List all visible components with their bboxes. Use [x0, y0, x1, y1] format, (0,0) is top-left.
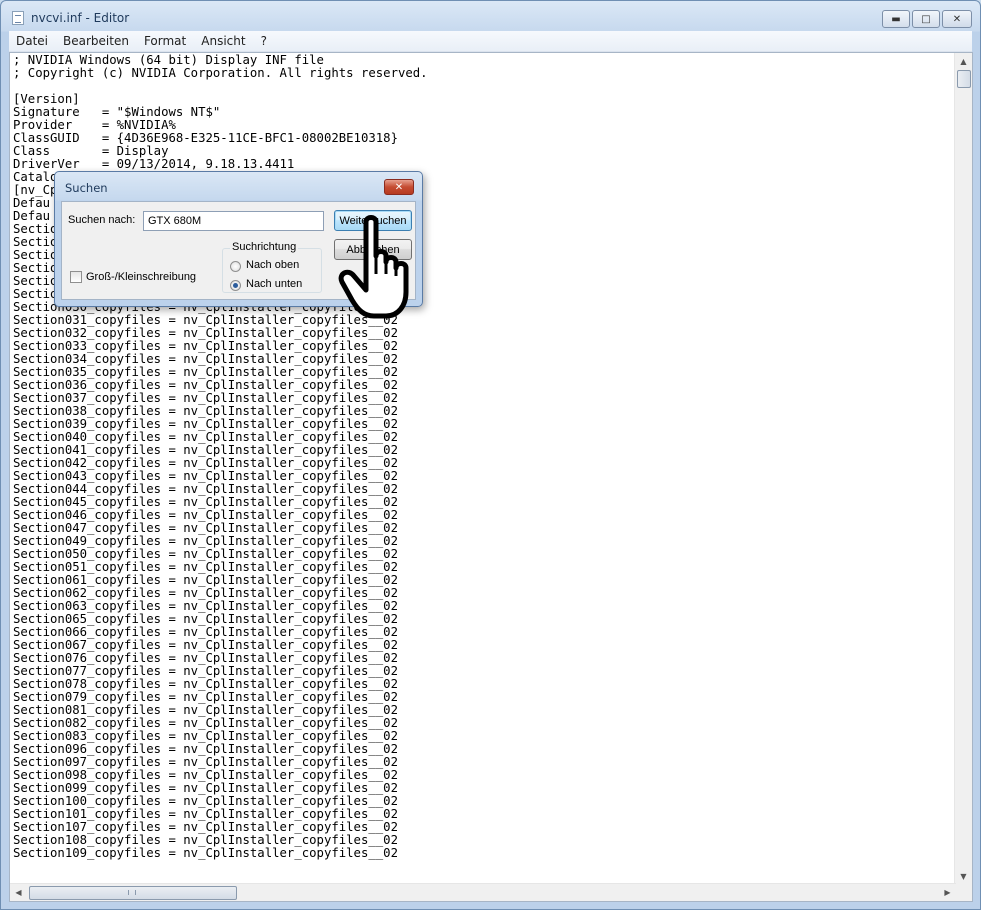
search-label: Suchen nach:	[68, 214, 136, 226]
direction-group-label: Suchrichtung	[230, 241, 299, 253]
scroll-down-icon[interactable]: ▼	[955, 868, 972, 885]
horizontal-scrollbar[interactable]: ◀ ▶	[10, 883, 956, 901]
editor-line: ; Copyright (c) NVIDIA Corporation. All …	[13, 66, 428, 80]
menu-bearbeiten[interactable]: Bearbeiten	[56, 34, 137, 48]
menu-ansicht[interactable]: Ansicht	[194, 34, 253, 48]
scroll-right-icon[interactable]: ▶	[939, 884, 956, 901]
direction-down-label[interactable]: Nach unten	[246, 278, 302, 290]
size-grip[interactable]	[955, 884, 972, 901]
minimize-button[interactable]: ▬	[882, 10, 910, 28]
direction-down-radio[interactable]	[230, 280, 241, 291]
vertical-scrollbar[interactable]: ▲ ▼	[954, 53, 972, 885]
menu-format[interactable]: Format	[137, 34, 194, 48]
vertical-scroll-thumb[interactable]	[957, 70, 971, 88]
find-dialog-close-button[interactable]: ✕	[384, 179, 414, 195]
maximize-button[interactable]: □	[912, 10, 940, 28]
search-input[interactable]	[143, 211, 324, 231]
scroll-left-icon[interactable]: ◀	[10, 884, 27, 901]
editor-line: DriverVer = 09/13/2014, 9.18.13.4411	[13, 157, 295, 171]
horizontal-scroll-thumb[interactable]	[29, 886, 237, 900]
notepad-window: nvcvi.inf - Editor ▬ □ ✕ Datei Bearbeite…	[0, 0, 981, 910]
find-dialog-title: Suchen	[65, 181, 108, 195]
editor-line: Section109_copyfiles = nv_CplInstaller_c…	[13, 846, 398, 860]
notepad-icon	[12, 11, 24, 25]
match-case-label[interactable]: Groß-/Kleinschreibung	[86, 271, 196, 283]
direction-up-label[interactable]: Nach oben	[246, 259, 299, 271]
match-case-checkbox[interactable]	[70, 271, 82, 283]
hand-pointer-icon	[338, 215, 409, 319]
direction-up-radio[interactable]	[230, 261, 241, 272]
scroll-up-icon[interactable]: ▲	[955, 53, 972, 70]
close-button[interactable]: ✕	[942, 10, 972, 28]
menu-bar: Datei Bearbeiten Format Ansicht ?	[9, 31, 972, 52]
title-bar[interactable]: nvcvi.inf - Editor ▬ □ ✕	[1, 1, 980, 31]
menu-datei[interactable]: Datei	[9, 34, 56, 48]
caption-buttons: ▬ □ ✕	[880, 10, 972, 29]
window-title: nvcvi.inf - Editor	[31, 11, 130, 25]
menu-help[interactable]: ?	[254, 34, 275, 48]
